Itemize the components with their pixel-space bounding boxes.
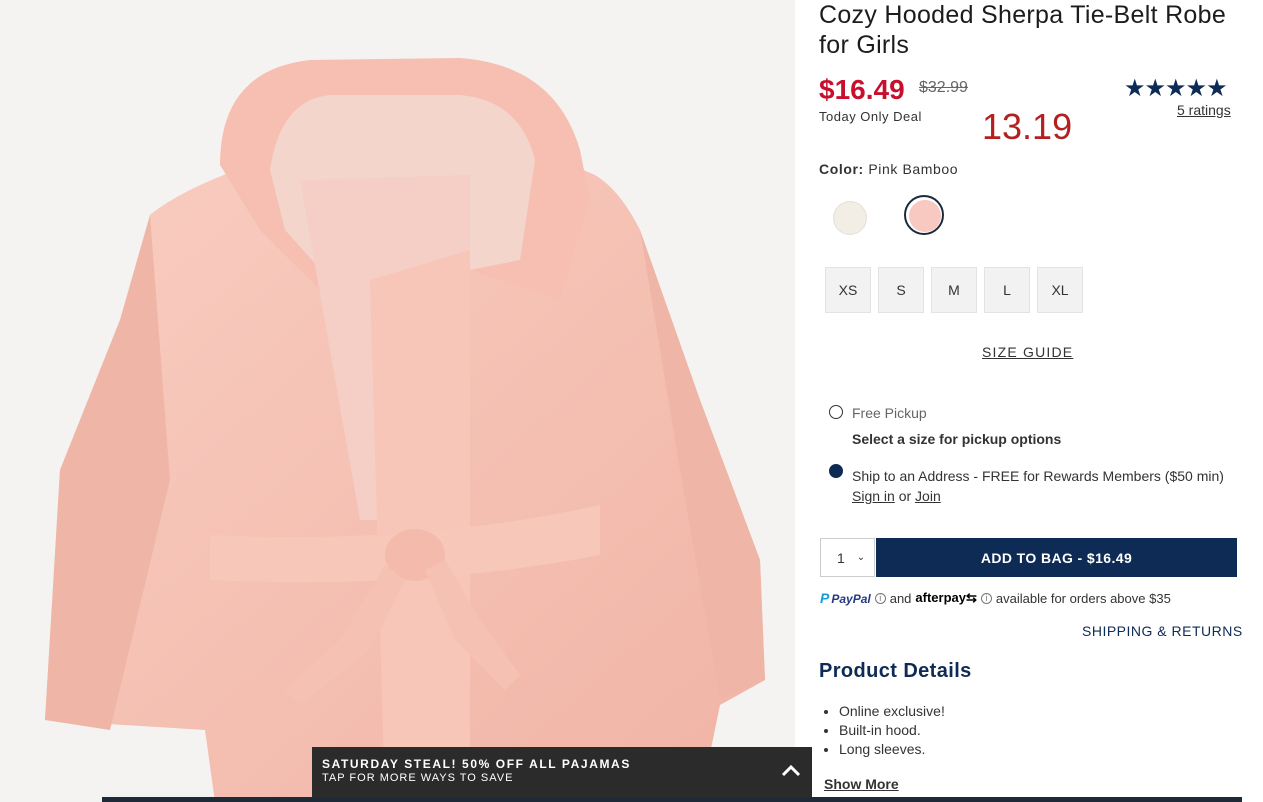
overlay-price-value: 13.19 — [982, 106, 1073, 147]
sign-in-link[interactable]: Sign in — [852, 488, 895, 504]
size-s-button[interactable]: S — [878, 267, 924, 313]
size-m-button[interactable]: M — [931, 267, 977, 313]
availability-text: available for orders above $35 — [995, 590, 1171, 606]
paypal-p-icon: P — [820, 590, 830, 606]
promo-subtitle: TAP FOR MORE WAYS TO SAVE — [322, 772, 514, 784]
size-guide-link[interactable]: SIZE GUIDE — [982, 344, 1073, 360]
star-rating: ★★★★★ — [1124, 75, 1228, 102]
color-label-row: Color: Pink Bamboo — [819, 161, 958, 177]
afterpay-label: afterpay — [915, 590, 966, 605]
detail-bullet: Long sleeves. — [839, 740, 945, 759]
afterpay-arrows-icon: ⇆ — [966, 590, 977, 605]
ship-radio[interactable] — [829, 464, 843, 478]
pickup-radio[interactable] — [829, 405, 843, 419]
join-link[interactable]: Join — [915, 488, 941, 504]
paypal-info-icon[interactable]: i — [874, 592, 886, 604]
payment-options: P PayPal i and afterpay⇆ i available for … — [820, 590, 1171, 606]
afterpay-logo[interactable]: afterpay⇆ — [915, 590, 976, 606]
swatch-cream[interactable] — [833, 201, 867, 235]
chevron-down-icon: ⌄ — [856, 552, 866, 563]
paypal-logo[interactable]: P PayPal — [820, 590, 871, 606]
product-image[interactable] — [0, 0, 795, 802]
product-title: Cozy Hooded Sherpa Tie-Belt Robe for Gir… — [819, 1, 1227, 59]
shipping-returns-link[interactable]: SHIPPING & RETURNS — [1082, 623, 1243, 639]
chevron-up-icon[interactable] — [780, 760, 802, 782]
selected-color: Pink Bamboo — [868, 161, 959, 177]
swatch-pink-bamboo[interactable] — [909, 200, 941, 232]
size-l-button[interactable]: L — [984, 267, 1030, 313]
robe-illustration — [45, 58, 765, 802]
quantity-select[interactable]: 1 ⌄ — [820, 538, 875, 577]
ratings-link[interactable]: 5 ratings — [1177, 102, 1231, 118]
or-text: or — [898, 488, 912, 504]
pickup-label: Free Pickup — [852, 405, 927, 421]
bottom-bar — [102, 797, 1242, 802]
color-label: Color: — [819, 161, 864, 177]
and-text: and — [889, 590, 912, 606]
product-details-list: Online exclusive! Built-in hood. Long sl… — [820, 702, 945, 759]
deal-label: Today Only Deal — [819, 109, 922, 124]
pickup-note: Select a size for pickup options — [852, 431, 1062, 447]
detail-bullet: Online exclusive! — [839, 702, 945, 721]
promo-banner[interactable]: SATURDAY STEAL! 50% OFF ALL PAJAMAS TAP … — [312, 747, 812, 797]
quantity-value: 1 — [837, 549, 845, 566]
paypal-label: PayPal — [831, 592, 871, 606]
ship-label: Ship to an Address - FREE for Rewards Me… — [852, 468, 1224, 484]
ship-option-text: Ship to an Address - FREE for Rewards Me… — [852, 466, 1237, 506]
size-xl-button[interactable]: XL — [1037, 267, 1083, 313]
sale-price: $16.49 — [819, 74, 905, 105]
show-more-link[interactable]: Show More — [824, 776, 899, 792]
product-details-title: Product Details — [819, 660, 972, 682]
size-xs-button[interactable]: XS — [825, 267, 871, 313]
afterpay-info-icon[interactable]: i — [980, 592, 992, 604]
add-to-bag-button[interactable]: ADD TO BAG - $16.49 — [876, 538, 1237, 577]
size-selector: XS S M L XL — [825, 267, 1083, 313]
detail-bullet: Built-in hood. — [839, 721, 945, 740]
promo-title: SATURDAY STEAL! 50% OFF ALL PAJAMAS — [322, 757, 631, 771]
original-price: $32.99 — [919, 79, 968, 96]
